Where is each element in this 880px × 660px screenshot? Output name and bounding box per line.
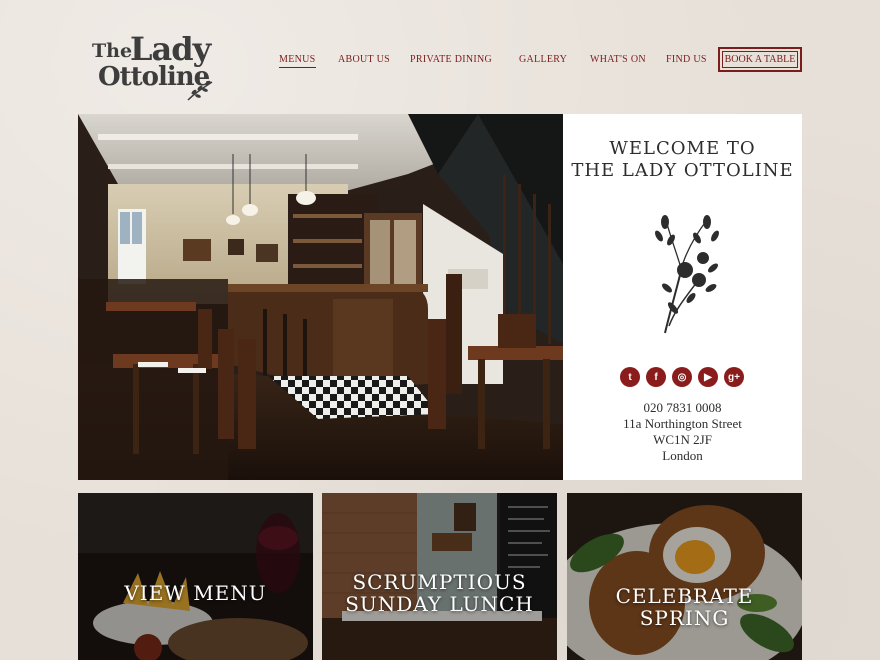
- twitter-icon[interactable]: t: [620, 367, 640, 387]
- address-city: London: [662, 448, 703, 463]
- nav-whats-on[interactable]: WHAT'S ON: [590, 54, 646, 65]
- welcome-title-line2: THE LADY OTTOLINE: [571, 160, 794, 181]
- card-label-line2: SPRING: [639, 606, 730, 630]
- facebook-icon[interactable]: f: [646, 367, 666, 387]
- address-postcode: WC1N 2JF: [653, 432, 712, 447]
- celebrate-spring-card[interactable]: CELEBRATE SPRING: [567, 493, 802, 660]
- card-label-line1: CELEBRATE: [615, 584, 754, 608]
- welcome-title-line1: WELCOME TO: [609, 138, 756, 159]
- floral-bouquet-icon: [655, 215, 719, 334]
- instagram-icon[interactable]: ◎: [672, 367, 692, 387]
- nav-about-us[interactable]: ABOUT US: [338, 54, 390, 65]
- welcome-title: WELCOME TO THE LADY OTTOLINE: [563, 138, 802, 182]
- nav-menus[interactable]: MENUS: [279, 54, 316, 68]
- nav-gallery[interactable]: GALLERY: [519, 54, 567, 65]
- nav-find-us[interactable]: FIND US: [666, 54, 707, 65]
- book-a-table-button[interactable]: BOOK A TABLE: [718, 47, 802, 72]
- sunday-lunch-label: SCRUMPTIOUS SUNDAY LUNCH: [322, 571, 557, 615]
- address-street: 11a Northington Street: [623, 416, 742, 431]
- celebrate-spring-label: CELEBRATE SPRING: [567, 585, 802, 629]
- contact-details: 020 7831 0008 11a Northington Street WC1…: [563, 400, 802, 464]
- hero-image: [78, 114, 563, 480]
- pub-interior-image: [78, 114, 563, 480]
- view-menu-label: VIEW MENU: [78, 582, 313, 604]
- welcome-panel: WELCOME TO THE LADY OTTOLINE t f ◎ ▶ g+ …: [563, 114, 802, 480]
- card-label-line2: SUNDAY LUNCH: [345, 592, 534, 616]
- youtube-icon[interactable]: ▶: [698, 367, 718, 387]
- card-label-line1: SCRUMPTIOUS: [352, 570, 527, 594]
- card-label-line1: VIEW MENU: [124, 581, 267, 605]
- view-menu-card[interactable]: VIEW MENU: [78, 493, 313, 660]
- google-plus-icon[interactable]: g+: [724, 367, 744, 387]
- social-links: t f ◎ ▶ g+: [620, 367, 744, 387]
- sunday-lunch-card[interactable]: SCRUMPTIOUS SUNDAY LUNCH: [322, 493, 557, 660]
- nav-private-dining[interactable]: PRIVATE DINING: [410, 54, 492, 65]
- sprig-icon: [187, 80, 213, 101]
- phone-number[interactable]: 020 7831 0008: [563, 400, 802, 416]
